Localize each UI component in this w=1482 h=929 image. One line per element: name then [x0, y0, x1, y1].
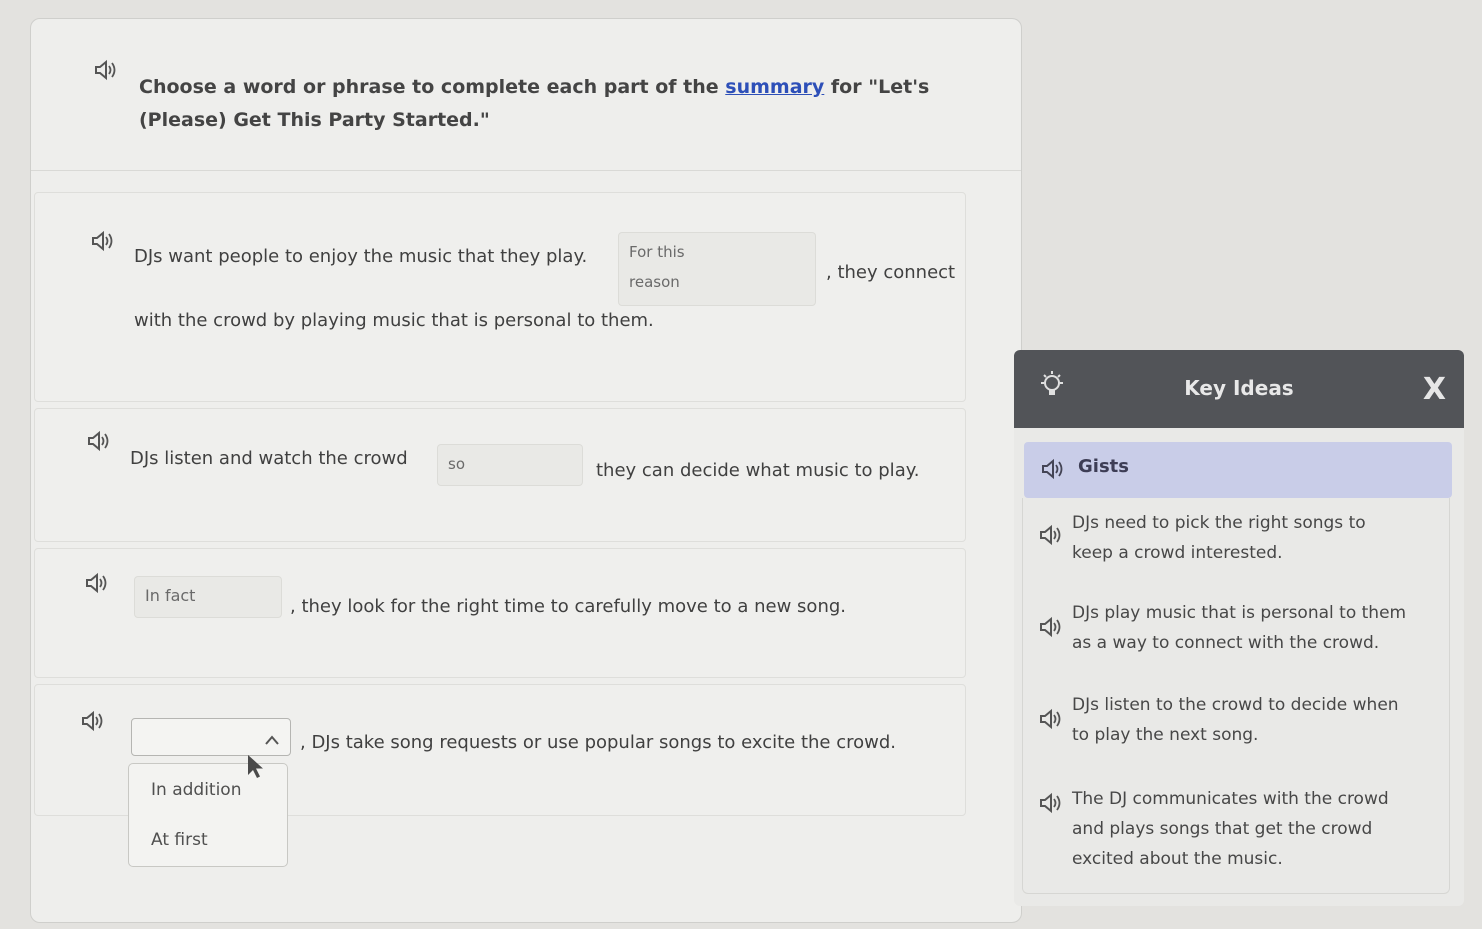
key-idea-3-line-1: DJs listen to the crowd to decide when: [1072, 695, 1399, 715]
speaker-icon[interactable]: [1038, 792, 1062, 814]
key-idea-2: DJs play music that is personal to them …: [1024, 598, 1444, 660]
key-idea-4-text: The DJ communicates with the crowd and p…: [1072, 784, 1444, 874]
key-idea-4-line-2: and plays songs that get the crowd: [1072, 819, 1373, 839]
key-idea-1-line-2: keep a crowd interested.: [1072, 543, 1283, 563]
key-idea-3-text: DJs listen to the crowd to decide when t…: [1072, 690, 1444, 750]
row-2-text-before: DJs listen and watch the crowd: [130, 448, 408, 469]
speaker-icon[interactable]: [93, 59, 117, 81]
row-4-text-after: , DJs take song requests or use popular …: [300, 732, 896, 753]
key-idea-4-line-1: The DJ communicates with the crowd: [1072, 789, 1389, 809]
option-in-addition[interactable]: In addition: [151, 780, 241, 800]
speaker-icon[interactable]: [86, 430, 110, 452]
speaker-icon[interactable]: [90, 230, 114, 252]
mouse-cursor-icon: [246, 754, 266, 780]
key-idea-1: DJs need to pick the right songs to keep…: [1024, 508, 1444, 570]
gists-section-header: Gists: [1024, 442, 1452, 498]
summary-link[interactable]: summary: [725, 76, 824, 98]
row-3-text-after: , they look for the right time to carefu…: [290, 596, 846, 617]
option-at-first[interactable]: At first: [151, 830, 208, 850]
instruction-prefix: Choose a word or phrase to complete each…: [139, 76, 726, 98]
answer-2-value: so: [448, 455, 465, 473]
answer-1-line-1: For this: [629, 243, 685, 261]
key-idea-3: DJs listen to the crowd to decide when t…: [1024, 690, 1444, 752]
answer-dropdown-1[interactable]: For this reason: [618, 232, 816, 306]
row-1-text-before: DJs want people to enjoy the music that …: [134, 246, 588, 267]
instruction-text: Choose a word or phrase to complete each…: [139, 71, 969, 137]
answer-1-line-2: reason: [629, 273, 680, 291]
key-idea-2-line-1: DJs play music that is personal to them: [1072, 603, 1407, 623]
speaker-icon[interactable]: [1038, 616, 1062, 638]
key-idea-2-line-2: as a way to connect with the crowd.: [1072, 633, 1380, 653]
summary-row-1: [34, 192, 966, 402]
key-idea-4: The DJ communicates with the crowd and p…: [1024, 784, 1444, 876]
speaker-icon[interactable]: [1038, 708, 1062, 730]
key-idea-2-text: DJs play music that is personal to them …: [1072, 598, 1444, 658]
key-idea-4-line-3: excited about the music.: [1072, 849, 1283, 869]
speaker-icon[interactable]: [1038, 524, 1062, 546]
speaker-icon[interactable]: [1040, 458, 1064, 480]
answer-3-value: In fact: [145, 586, 196, 605]
chevron-up-icon: [264, 727, 280, 757]
row-2-text-after: they can decide what music to play.: [596, 460, 920, 481]
answer-dropdown-3[interactable]: In fact: [134, 576, 282, 618]
row-1-text-after: , they connect: [826, 262, 956, 283]
key-ideas-header: Key Ideas X: [1014, 350, 1464, 428]
gists-label: Gists: [1078, 456, 1129, 477]
speaker-icon[interactable]: [84, 572, 108, 594]
key-idea-1-line-1: DJs need to pick the right songs to: [1072, 513, 1366, 533]
row-1-text-line2: with the crowd by playing music that is …: [134, 310, 654, 331]
panel-title: Key Ideas: [1184, 376, 1294, 400]
key-ideas-panel: Key Ideas X Gists DJs need to pick the r…: [1014, 350, 1464, 906]
key-idea-3-line-2: to play the next song.: [1072, 725, 1259, 745]
speaker-icon[interactable]: [80, 710, 104, 732]
key-idea-1-text: DJs need to pick the right songs to keep…: [1072, 508, 1444, 568]
close-icon[interactable]: X: [1423, 372, 1446, 407]
answer-dropdown-4[interactable]: [131, 718, 291, 756]
instruction-header: Choose a word or phrase to complete each…: [31, 19, 1021, 171]
answer-dropdown-2[interactable]: so: [437, 444, 583, 486]
